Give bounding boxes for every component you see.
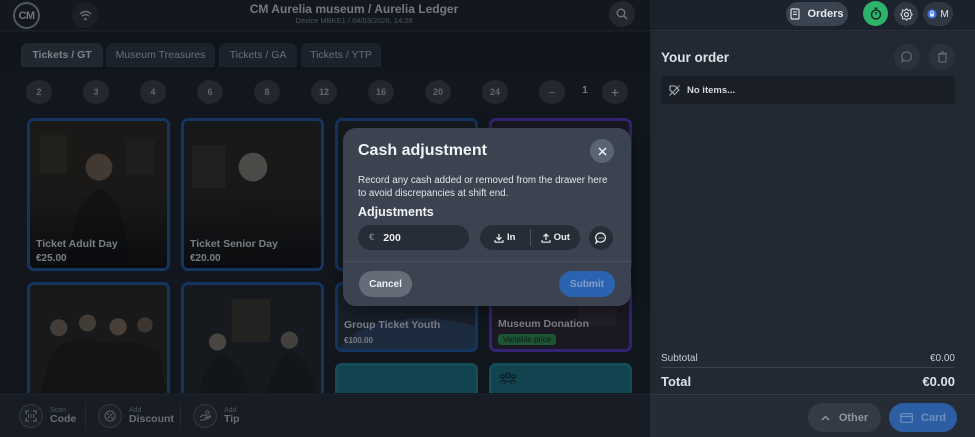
upload-icon — [541, 232, 551, 243]
subtotal-label: Subtotal — [661, 353, 698, 364]
close-icon — [597, 146, 607, 156]
order-note-button[interactable] — [894, 44, 920, 70]
comment-icon — [595, 232, 607, 244]
empty-order-row: No items... — [661, 76, 955, 104]
currency-symbol: € — [369, 232, 375, 243]
card-payment-button[interactable]: Card — [889, 403, 957, 432]
chevron-up-icon — [821, 415, 830, 420]
card-label: Card — [920, 411, 947, 424]
stopwatch-icon — [870, 7, 881, 20]
adjustments-heading: Adjustments — [358, 205, 434, 219]
dialog-title: Cash adjustment — [358, 142, 487, 159]
amount-value: 200 — [383, 231, 401, 244]
trash-icon — [937, 51, 947, 63]
timer-button[interactable] — [863, 1, 888, 26]
cash-in-button[interactable]: In — [480, 225, 530, 250]
orders-button[interactable]: Orders — [786, 2, 848, 26]
close-button[interactable] — [590, 139, 614, 163]
cancel-button[interactable]: Cancel — [359, 271, 412, 297]
orders-label: Orders — [807, 8, 844, 20]
cash-out-button[interactable]: Out — [531, 225, 581, 250]
dialog-description: Record any cash added or removed from th… — [358, 175, 608, 199]
total-label: Total — [661, 374, 692, 389]
total-value: €0.00 — [922, 374, 955, 389]
subtotal-row: Subtotal €0.00 — [661, 353, 955, 364]
cash-in-label: In — [507, 232, 516, 243]
clear-order-button[interactable] — [929, 44, 955, 70]
submit-button[interactable]: Submit — [559, 271, 615, 297]
gear-icon — [899, 7, 913, 21]
right-header: Orders M — [651, 0, 975, 31]
download-icon — [494, 233, 504, 243]
direction-toggle: In Out — [480, 225, 580, 250]
cash-out-label: Out — [553, 232, 570, 243]
receipt-icon — [790, 8, 801, 20]
subtotal-value: €0.00 — [929, 353, 955, 364]
other-payment-button[interactable]: Other — [808, 403, 881, 432]
empty-order-text: No items... — [687, 84, 736, 96]
summary-divider — [661, 367, 955, 368]
cash-adjustment-dialog: Cash adjustment Record any cash added or… — [343, 128, 631, 306]
credit-card-icon — [900, 412, 913, 423]
user-menu-button[interactable]: M — [923, 2, 953, 26]
dialog-divider — [343, 261, 631, 262]
amount-input[interactable]: € 200 — [358, 225, 469, 250]
comment-icon — [901, 51, 913, 63]
user-initial: M — [940, 8, 949, 20]
total-row: Total €0.00 — [661, 374, 955, 389]
order-panel: Your order No items... Subtotal €0.00 To… — [651, 32, 975, 393]
user-lock-icon — [927, 9, 937, 19]
add-note-button[interactable] — [589, 226, 613, 250]
settings-button[interactable] — [894, 2, 918, 26]
no-tag-icon — [669, 84, 680, 96]
other-label: Other — [838, 411, 869, 424]
order-title: Your order — [661, 50, 730, 65]
